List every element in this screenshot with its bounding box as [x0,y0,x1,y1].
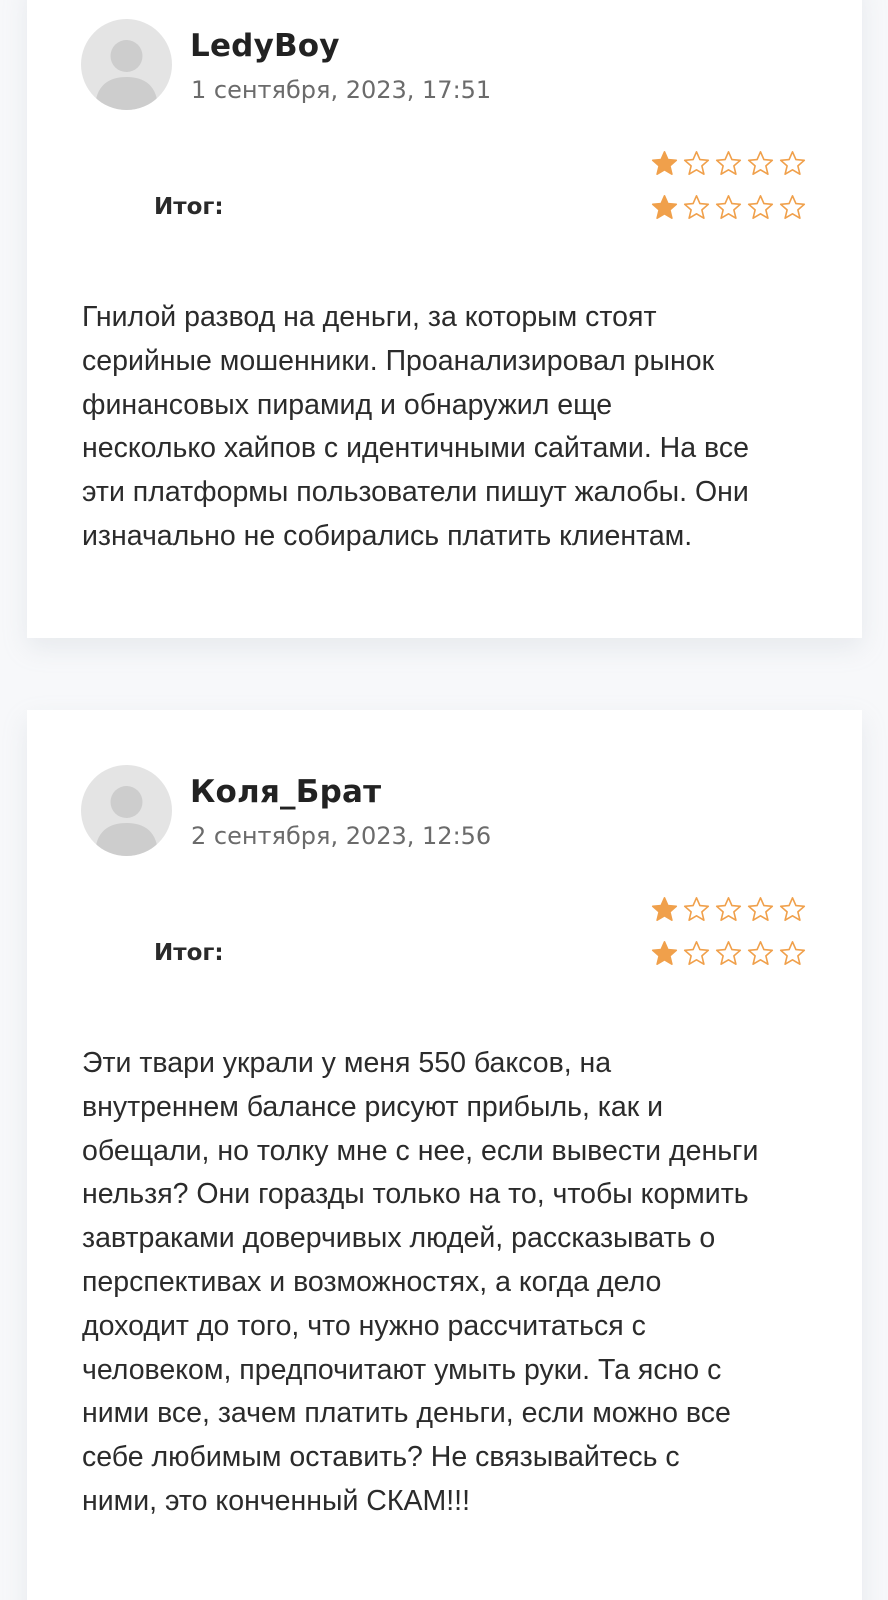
star-empty-icon [747,151,774,175]
star-empty-icon [779,195,806,219]
review-author[interactable]: LedyBoy [190,28,340,64]
review-date: 1 сентября, 2023, 17:51 [191,76,492,104]
star-empty-icon [779,897,806,921]
rating-stars [651,150,806,178]
review-text: Эти твари украли у меня 550 баксов, на в… [82,1047,759,1517]
review-date: 2 сентября, 2023, 12:56 [191,822,492,850]
star-empty-icon [779,151,806,175]
star-empty-icon [683,897,710,921]
review-card: LedyBoy 1 сентября, 2023, 17:51 Итог: Гн… [27,0,862,638]
user-avatar-icon [81,765,172,856]
star-empty-icon [715,195,742,219]
review-author[interactable]: Коля_Брат [190,774,381,810]
review-card: Коля_Брат 2 сентября, 2023, 12:56 Итог: … [27,710,862,1600]
rating-total-label: Итог: [154,194,224,220]
star-filled-icon [651,941,678,965]
star-empty-icon [779,941,806,965]
reviews-page: LedyBoy 1 сентября, 2023, 17:51 Итог: Гн… [0,0,888,1600]
star-empty-icon [747,897,774,921]
star-empty-icon [683,195,710,219]
star-empty-icon [715,941,742,965]
star-filled-icon [651,195,678,219]
rating-stars [651,896,806,924]
star-filled-icon [651,897,678,921]
star-empty-icon [715,897,742,921]
star-empty-icon [747,195,774,219]
star-empty-icon [715,151,742,175]
star-empty-icon [683,941,710,965]
rating-total-label: Итог: [154,940,224,966]
user-avatar-icon [81,19,172,110]
rating-total-stars [651,194,806,222]
star-filled-icon [651,151,678,175]
star-empty-icon [747,941,774,965]
review-text: Гнилой развод на деньги, за которым стоя… [82,301,749,552]
rating-total-stars [651,940,806,968]
star-empty-icon [683,151,710,175]
